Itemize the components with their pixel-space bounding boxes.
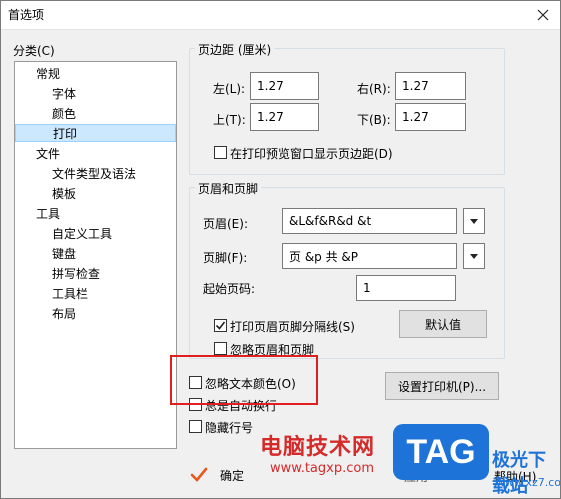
margin-bottom-input[interactable]: 1.27	[395, 103, 466, 131]
watermark-download-url: www.xz7.com	[496, 476, 561, 489]
tree-item-keyboard[interactable]: 键盘	[52, 245, 76, 263]
tag-logo-text: TAG	[406, 432, 476, 471]
start-page-label: 起始页码:	[203, 282, 256, 296]
header-dropdown-button[interactable]	[463, 208, 485, 234]
tree-item-general[interactable]: 常规	[36, 65, 60, 83]
caret-down-icon	[470, 218, 478, 224]
margin-top-label: 上(T):	[213, 113, 246, 127]
window-title: 首选项	[8, 8, 45, 22]
hide-line-numbers-label: 隐藏行号	[205, 421, 254, 435]
header-label: 页眉(E):	[203, 217, 248, 231]
ok-button-label: 确定	[220, 468, 245, 483]
margin-right-label: 右(R):	[357, 82, 391, 96]
footer-label: 页脚(F):	[203, 251, 248, 265]
tree-item-spellcheck[interactable]: 拼写检查	[52, 265, 100, 283]
tree-item-file[interactable]: 文件	[36, 145, 60, 163]
margin-top-input[interactable]: 1.27	[250, 103, 319, 131]
print-separator-label: 打印页眉页脚分隔线(S)	[230, 320, 355, 334]
tree-item-font[interactable]: 字体	[52, 85, 76, 103]
caret-down-icon	[470, 253, 478, 259]
title-bar	[0, 0, 561, 30]
ignore-header-footer-checkbox[interactable]	[214, 342, 227, 355]
highlight-annotation-box	[170, 355, 318, 405]
close-icon	[537, 9, 548, 21]
watermark-site-url: www.tagxp.com	[270, 461, 374, 476]
tree-item-print[interactable]: 打印	[15, 124, 176, 142]
start-page-input[interactable]: 1	[356, 275, 456, 301]
checkmark-icon	[215, 321, 226, 330]
default-values-button[interactable]: 默认值	[399, 310, 487, 338]
hide-line-numbers-checkbox[interactable]	[189, 420, 202, 433]
margins-group-title: 页边距 (厘米)	[195, 41, 275, 58]
tree-item-custom-tools[interactable]: 自定义工具	[52, 225, 112, 243]
margin-right-input[interactable]: 1.27	[395, 72, 466, 100]
margin-left-input[interactable]: 1.27	[250, 72, 319, 100]
tree-item-filetype-syntax[interactable]: 文件类型及语法	[52, 165, 136, 183]
header-input[interactable]: &L&f&R&d &t	[282, 208, 457, 234]
checkmark-icon	[190, 467, 208, 482]
tree-item-color[interactable]: 颜色	[52, 105, 76, 123]
footer-input[interactable]: 页 &p 共 &P	[282, 243, 457, 269]
header-footer-group-title: 页眉和页脚	[195, 180, 262, 197]
tag-logo: TAG	[393, 424, 489, 480]
tree-item-template[interactable]: 模板	[52, 185, 76, 203]
watermark-site-name: 电脑技术网	[260, 435, 376, 460]
watermark-download-site: 极光下载站	[492, 450, 546, 497]
margin-left-label: 左(L):	[213, 82, 246, 96]
margin-bottom-label: 下(B):	[357, 113, 391, 127]
show-preview-margins-checkbox[interactable]	[214, 146, 227, 159]
tree-item-toolbar[interactable]: 工具栏	[52, 285, 88, 303]
category-tree[interactable]: 常规 字体 颜色 打印 文件 文件类型及语法 模板 工具 自定义工具 键盘 拼写…	[14, 61, 177, 449]
close-button[interactable]	[524, 0, 561, 30]
category-label: 分类(C)	[13, 44, 55, 58]
tree-item-tools[interactable]: 工具	[36, 205, 60, 223]
setup-printer-button[interactable]: 设置打印机(P)...	[385, 372, 499, 400]
tree-item-layout[interactable]: 布局	[52, 305, 76, 323]
footer-dropdown-button[interactable]	[463, 243, 485, 269]
print-separator-checkbox[interactable]	[214, 319, 227, 332]
show-preview-margins-label: 在打印预览窗口显示页边距(D)	[230, 147, 393, 161]
